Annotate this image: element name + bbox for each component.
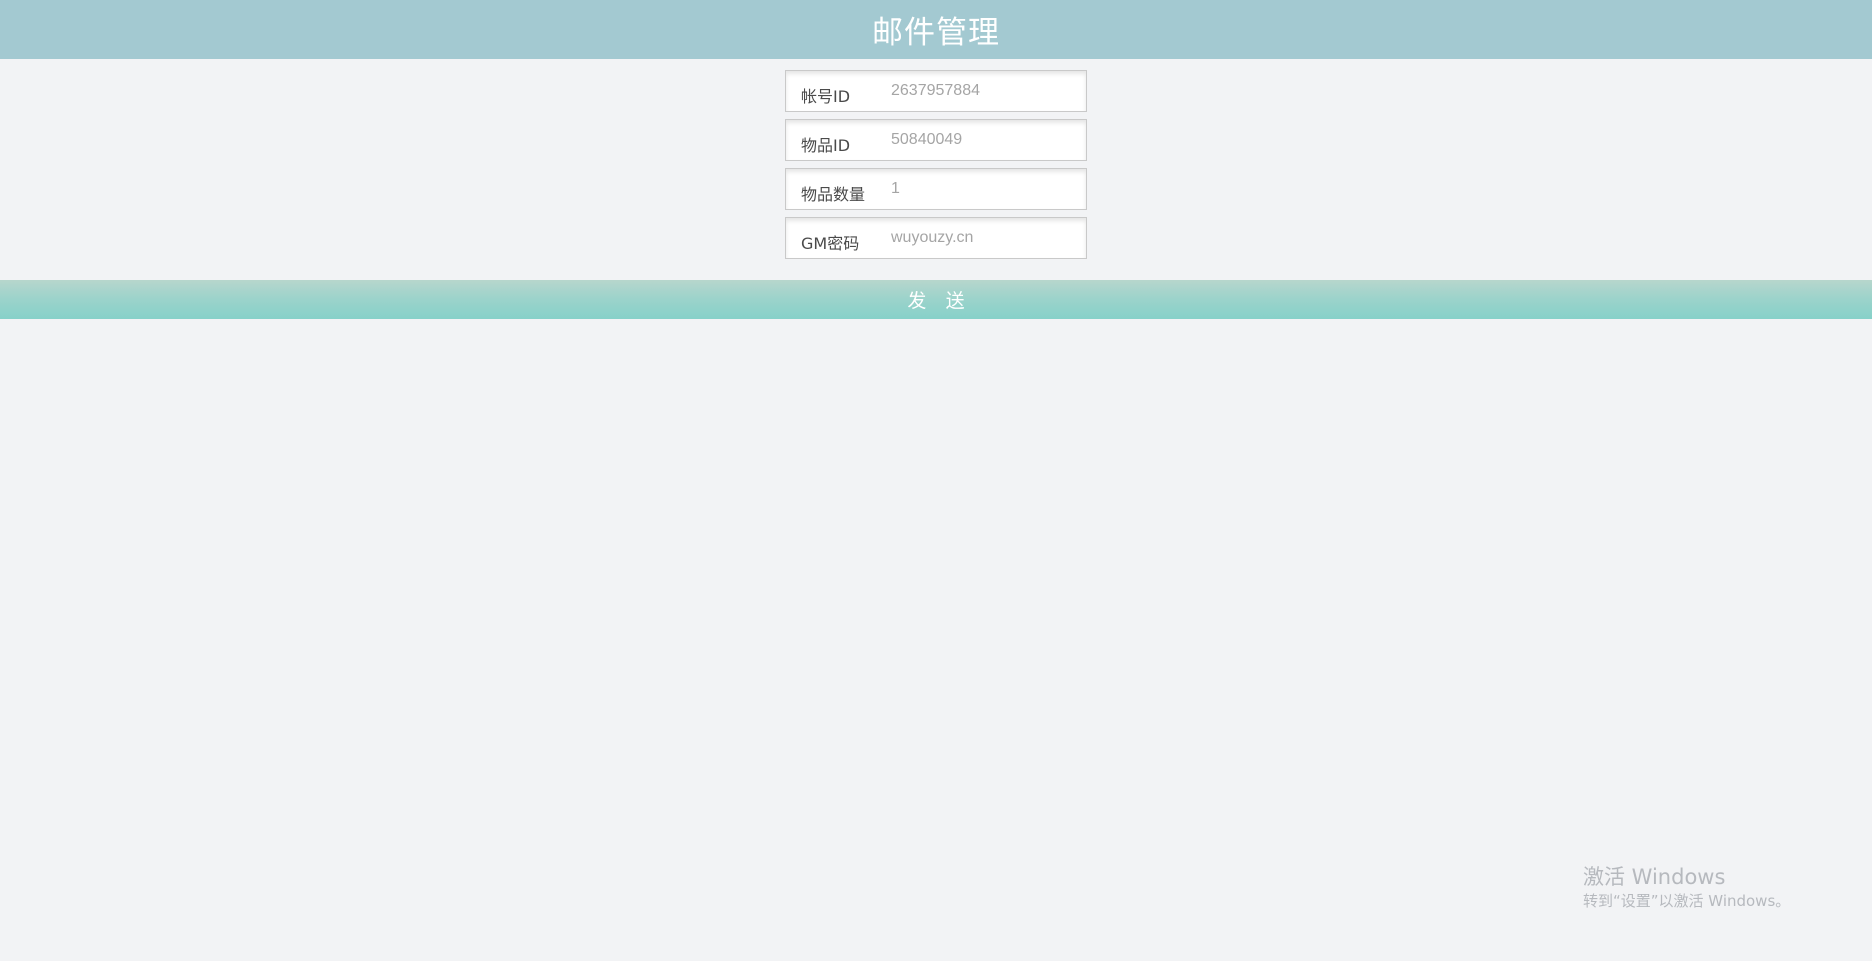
item-id-label: 物品ID [801,136,851,155]
page-title: 邮件管理 [872,15,1000,51]
account-id-input[interactable] [891,72,1077,110]
gm-password-label: GM密码 [801,234,860,253]
mail-form: 帐号ID 物品ID 物品数量 GM密码 [785,70,1087,266]
item-quantity-label: 物品数量 [801,185,866,204]
watermark-title: 激活 Windows [1583,865,1726,889]
item-quantity-field: 物品数量 [785,168,1087,210]
account-id-label: 帐号ID [801,87,851,106]
gm-password-input[interactable] [891,219,1077,257]
account-id-field: 帐号ID [785,70,1087,112]
windows-activation-watermark: 激活 Windows 转到“设置”以激活 Windows。 [1583,864,1790,912]
watermark-subtitle: 转到“设置”以激活 Windows。 [1583,892,1791,910]
gm-password-field: GM密码 [785,217,1087,259]
item-id-input[interactable] [891,121,1077,159]
send-button-label: 发 送 [907,291,972,312]
page-header: 邮件管理 [0,0,1872,59]
send-button[interactable]: 发 送 [0,280,1872,319]
item-quantity-input[interactable] [891,170,1077,208]
item-id-field: 物品ID [785,119,1087,161]
